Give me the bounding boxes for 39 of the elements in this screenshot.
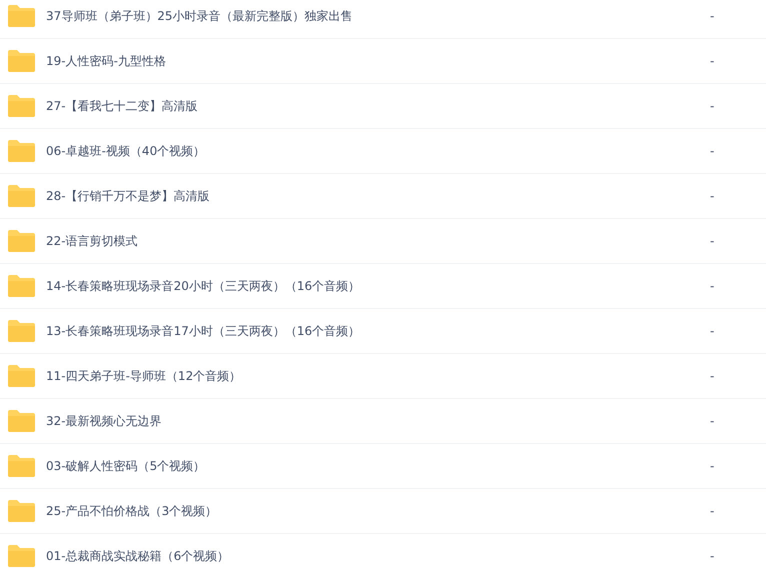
folder-icon (8, 50, 35, 72)
file-size: - (710, 548, 716, 565)
file-name[interactable]: 01-总裁商战实战秘籍（6个视频） (46, 547, 230, 565)
file-size: - (710, 233, 716, 250)
file-name[interactable]: 19-人性密码-九型性格 (46, 52, 166, 70)
folder-icon (8, 5, 35, 27)
file-name[interactable]: 11-四天弟子班-导师班（12个音频） (46, 367, 242, 385)
folder-icon (8, 230, 35, 252)
folder-icon (8, 140, 35, 162)
folder-icon (8, 455, 35, 477)
file-name[interactable]: 22-语言剪切模式 (46, 232, 138, 250)
file-size: - (710, 413, 716, 430)
file-size: - (710, 188, 716, 205)
file-name[interactable]: 27-【看我七十二变】高清版 (46, 97, 198, 115)
file-size: - (710, 143, 716, 160)
folder-icon (8, 410, 35, 432)
file-name[interactable]: 14-长春策略班现场录音20小时（三天两夜）（16个音频） (46, 277, 360, 295)
file-size: - (710, 503, 716, 520)
folder-icon (8, 365, 35, 387)
file-size: - (710, 98, 716, 115)
file-size: - (710, 368, 716, 385)
file-size: - (710, 323, 716, 340)
folder-icon (8, 185, 35, 207)
file-name[interactable]: 03-破解人性密码（5个视频） (46, 457, 206, 475)
folder-icon (8, 545, 35, 567)
file-size: - (710, 278, 716, 295)
file-name[interactable]: 37导师班（弟子班）25小时录音（最新完整版）独家出售 (46, 7, 353, 25)
folder-icon (8, 500, 35, 522)
file-size: - (710, 458, 716, 475)
file-name[interactable]: 13-长春策略班现场录音17小时（三天两夜）（16个音频） (46, 322, 360, 340)
file-name[interactable]: 06-卓越班-视频（40个视频） (46, 142, 206, 160)
file-size: - (710, 53, 716, 70)
file-name[interactable]: 28-【行销千万不是梦】高清版 (46, 187, 210, 205)
file-size: - (710, 8, 716, 25)
file-name[interactable]: 25-产品不怕价格战（3个视频） (46, 502, 218, 520)
file-name[interactable]: 32-最新视频心无边界 (46, 412, 162, 430)
folder-icon (8, 275, 35, 297)
folder-icon (8, 95, 35, 117)
folder-icon (8, 320, 35, 342)
